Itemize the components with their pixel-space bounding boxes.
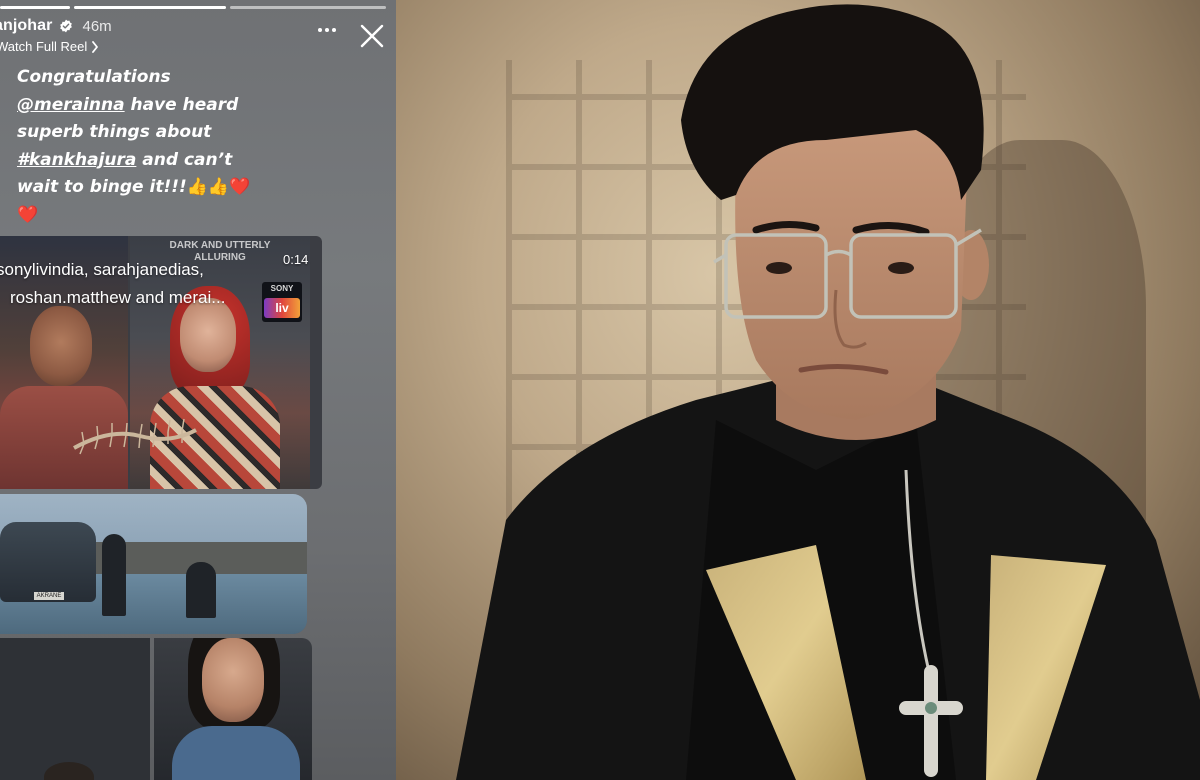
caption-line: Congratulations — [17, 67, 171, 87]
progress-segment — [230, 6, 386, 9]
car — [0, 522, 96, 602]
watch-full-reel-label: Watch Full Reel — [0, 39, 88, 54]
story-progress-bar — [0, 6, 396, 9]
centipede-graphic — [73, 418, 197, 455]
sonyliv-logo-mark: liv — [264, 298, 300, 318]
username-row[interactable]: anjohar 46m — [0, 17, 112, 35]
overlay-line: roshan.matthew and merai... — [10, 288, 226, 307]
actor-face — [30, 306, 92, 386]
progress-segment — [74, 6, 226, 9]
chevron-right-icon — [92, 40, 99, 53]
caption-text: wait to binge it!!! — [17, 177, 187, 197]
car-plate: AKRANE — [34, 592, 64, 600]
caption-text: have heard — [124, 94, 239, 115]
overlay-line: sonylivindia, sarahjanedias, — [0, 260, 204, 279]
more-options-icon[interactable] — [316, 22, 338, 38]
close-icon[interactable] — [358, 22, 386, 50]
progress-segment — [0, 6, 70, 9]
portrait-photo — [396, 0, 1200, 780]
caption-line: ❤️ — [17, 202, 282, 230]
person-figure — [186, 562, 216, 618]
actress-face — [202, 638, 264, 722]
caption-mention[interactable]: @merainna — [17, 95, 125, 115]
man-portrait — [456, 4, 1200, 780]
caption-hashtag[interactable]: #kankhajura — [17, 150, 136, 170]
reel-preview-tile[interactable] — [154, 638, 312, 780]
person-figure — [102, 534, 126, 616]
caption-line: #kankhajura and can’t — [17, 147, 282, 175]
reel-preview-tile[interactable]: AKRANE — [0, 494, 307, 634]
watch-full-reel-link[interactable]: Watch Full Reel — [0, 39, 99, 54]
reel-duration: 0:14 — [283, 252, 309, 267]
story-caption: Congratulations @merainna have heard sup… — [17, 64, 282, 229]
heart-emoji: ❤️ — [17, 204, 39, 225]
post-time: 46m — [82, 17, 112, 35]
story-header: anjohar 46m Watch Full Reel — [0, 17, 396, 57]
sonyliv-logo: SONY liv — [262, 282, 302, 322]
reel-preview-tile[interactable] — [0, 638, 150, 780]
screenshot: anjohar 46m Watch Full Reel Con — [0, 0, 1200, 780]
instagram-story: anjohar 46m Watch Full Reel Con — [0, 0, 396, 780]
caption-line: superb things about — [17, 122, 212, 142]
actress-top — [172, 726, 300, 780]
caption-emojis: 👍👍❤️ — [186, 177, 251, 197]
caption-line: @merainna have heard — [17, 92, 282, 120]
caption-text: and can’t — [136, 149, 233, 170]
verified-badge-icon — [59, 19, 72, 33]
sonyliv-logo-top: SONY — [270, 284, 294, 293]
username[interactable]: anjohar — [0, 17, 53, 35]
caption-line: wait to binge it!!!👍👍❤️ — [17, 174, 282, 202]
